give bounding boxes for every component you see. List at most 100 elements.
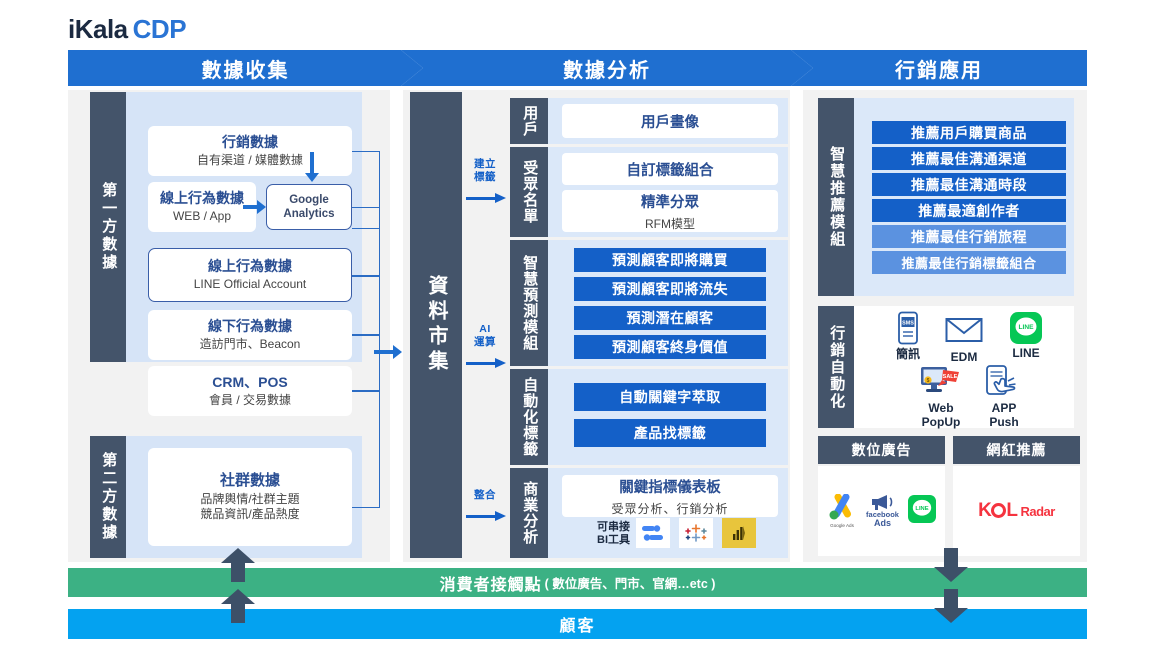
- analyze-item-product-tag-text: 產品找標籤: [633, 425, 707, 441]
- channel-app-push-label: APP Push: [989, 401, 1019, 430]
- flow-label-build-tags: 建立 標籤: [463, 158, 507, 183]
- card-google-analytics-title: Google Analytics: [283, 193, 335, 220]
- channel-app-push-l1: APP: [991, 401, 1017, 415]
- reco-item-timing: 推薦最佳溝通時段: [872, 173, 1066, 196]
- reco-item-product-text: 推薦用戶購買商品: [911, 124, 1027, 141]
- channel-app-push-l2: Push: [989, 414, 1019, 429]
- apppush-icon: [986, 365, 1016, 395]
- card-online-behavior-web-title: 線上行為數據: [160, 189, 244, 206]
- analyze-item-rfm: 精準分眾 RFM模型: [562, 190, 778, 232]
- line-logo: LINE: [907, 494, 936, 528]
- analyze-item-user-profile: 用戶畫像: [562, 104, 778, 138]
- analyze-item-predict-potential: 預測潛在顧客: [574, 306, 766, 330]
- brand-logo-secondary: CDP: [132, 14, 187, 44]
- card-social-data-title: 社群數據: [219, 471, 280, 489]
- customer-bar-label: 顧客: [559, 618, 596, 635]
- flow-label-ai: AI 運算: [463, 323, 507, 348]
- connector-5: [352, 391, 380, 508]
- analyze-item-predict-ltv: 預測顧客終身價值: [574, 335, 766, 359]
- arrow-marketing-to-ga: [305, 152, 319, 182]
- panel-kol-body: K L Radar: [953, 466, 1080, 556]
- reco-item-journey-text: 推薦最佳行銷旅程: [911, 228, 1027, 245]
- card-online-behavior-web: 線上行為數據 WEB / App: [148, 182, 256, 232]
- bi-tools-row: [636, 518, 756, 548]
- arrow-customer-up: [221, 589, 255, 623]
- analyze-label-predict: 智慧預測模組: [510, 240, 548, 366]
- analyze-item-predict-churn-text: 預測顧客即將流失: [612, 281, 728, 297]
- stage-header-collect-label: 數據收集: [201, 59, 290, 82]
- bi-tools-label: 可串接 BI工具: [597, 521, 630, 547]
- bi-tools-label-l2: BI工具: [597, 534, 630, 547]
- card-offline-behavior-title: 線下行為數據: [208, 317, 292, 334]
- analyze-item-kpi-dashboard-text: 關鍵指標儀表板: [619, 479, 721, 496]
- svg-text:SALE: SALE: [943, 374, 958, 380]
- channel-web-popup-label: Web PopUp: [921, 401, 961, 430]
- analyze-item-predict-ltv-text: 預測顧客終身價值: [612, 339, 728, 355]
- webpopup-icon: SALE $: [921, 367, 959, 392]
- arrow-touchpoint-down: [934, 548, 968, 582]
- reco-item-timing-text: 推薦最佳溝通時段: [911, 176, 1027, 193]
- stage-header-analyze-label: 數據分析: [563, 59, 651, 82]
- reco-module-label: 智慧推薦模組: [818, 98, 854, 296]
- touchpoint-bar-sub: ( 數位廣告、門市、官網…etc ): [544, 577, 716, 591]
- analyze-item-rfm-text: 精準分眾: [641, 194, 699, 211]
- google-ads-logo: Google Ads: [827, 494, 857, 528]
- connector-4: [352, 335, 380, 391]
- channel-web-popup: SALE $ Web PopUp: [910, 364, 972, 430]
- flow-label-build-tags-l1: 建立: [474, 158, 496, 170]
- channel-app-push: APP Push: [974, 364, 1034, 430]
- card-google-analytics: Google Analytics: [266, 184, 352, 230]
- cdp-architecture-diagram: iKala CDP 數據收集 數據分析 行銷應用 第一方數據 行銷數據 自有渠道 …: [0, 0, 1155, 651]
- panel-digital-ads-body: Google Ads facebook Ads LINE: [818, 466, 945, 556]
- flow-arrow-ai: [466, 358, 506, 368]
- analyze-item-keyword-extract-text: 自動關鍵字萃取: [619, 389, 721, 405]
- channel-edm-label: EDM: [950, 350, 978, 364]
- panel-kol-header: 網紅推薦: [953, 436, 1080, 464]
- card-line-oa-sub: LINE Official Account: [193, 277, 307, 292]
- stage-header-collect: 數據收集: [68, 50, 423, 86]
- tableau-icon: [679, 518, 713, 548]
- channel-web-popup-l2: PopUp: [921, 414, 961, 429]
- analyze-item-product-tag: 產品找標籤: [574, 419, 766, 447]
- kol-radar-logo: K L Radar: [978, 500, 1055, 521]
- channel-sms-label: 簡訊: [895, 347, 920, 361]
- channel-line: LINE LINE: [998, 312, 1054, 361]
- svg-text:SMS: SMS: [902, 321, 914, 327]
- looker-studio-icon: [636, 518, 670, 548]
- channel-line-label: LINE: [1012, 346, 1040, 360]
- card-marketing-data: 行銷數據 自有渠道 / 媒體數據: [148, 126, 352, 176]
- flow-label-integrate-l1: 整合: [474, 489, 496, 501]
- first-party-label: 第一方數據: [90, 92, 126, 362]
- reco-item-product: 推薦用戶購買商品: [872, 121, 1066, 144]
- stage-header-activate: 行銷應用: [791, 50, 1087, 86]
- second-party-label: 第二方數據: [90, 436, 126, 558]
- card-offline-behavior: 線下行為數據 造訪門市、Beacon: [148, 310, 352, 360]
- flow-label-build-tags-l2: 標籤: [474, 170, 496, 183]
- svg-text:$: $: [927, 378, 930, 384]
- analyze-item-user-profile-text: 用戶畫像: [641, 114, 699, 131]
- analyze-item-custom-tags: 自訂標籤組合: [562, 153, 778, 185]
- connector-2: [352, 207, 380, 277]
- arrow-collect-to-market: [374, 345, 402, 359]
- flow-arrow-build-tags: [466, 193, 506, 203]
- card-line-oa-title: 線上行為數據: [208, 257, 292, 274]
- arrow-web-to-ga: [243, 200, 266, 214]
- bi-tools-label-l1: 可串接: [597, 521, 630, 533]
- analyze-label-autotag: 自動化標籤: [510, 369, 548, 465]
- card-crm-pos-sub: 會員 / 交易數據: [208, 393, 291, 408]
- reco-item-tag-combo-text: 推薦最佳行銷標籤組合: [901, 256, 1037, 271]
- touchpoint-bar-main: 消費者接觸點: [439, 576, 542, 594]
- card-marketing-data-sub: 自有渠道 / 媒體數據: [196, 153, 303, 168]
- data-market-column: 資料市集: [410, 92, 462, 558]
- connector-3: [352, 275, 380, 335]
- card-offline-behavior-sub: 造訪門市、Beacon: [199, 337, 301, 352]
- analyze-label-audience: 受眾名單: [510, 147, 548, 237]
- sms-icon: SMS: [898, 311, 918, 345]
- card-online-behavior-web-sub: WEB / App: [172, 209, 232, 224]
- card-crm-pos-title: CRM、POS: [212, 373, 288, 390]
- analyze-label-bi: 商業分析: [510, 468, 548, 558]
- panel-digital-ads-header: 數位廣告: [818, 436, 945, 464]
- automation-label: 行銷自動化: [818, 306, 854, 428]
- analyze-item-predict-churn: 預測顧客即將流失: [574, 277, 766, 301]
- reco-item-journey: 推薦最佳行銷旅程: [872, 225, 1066, 248]
